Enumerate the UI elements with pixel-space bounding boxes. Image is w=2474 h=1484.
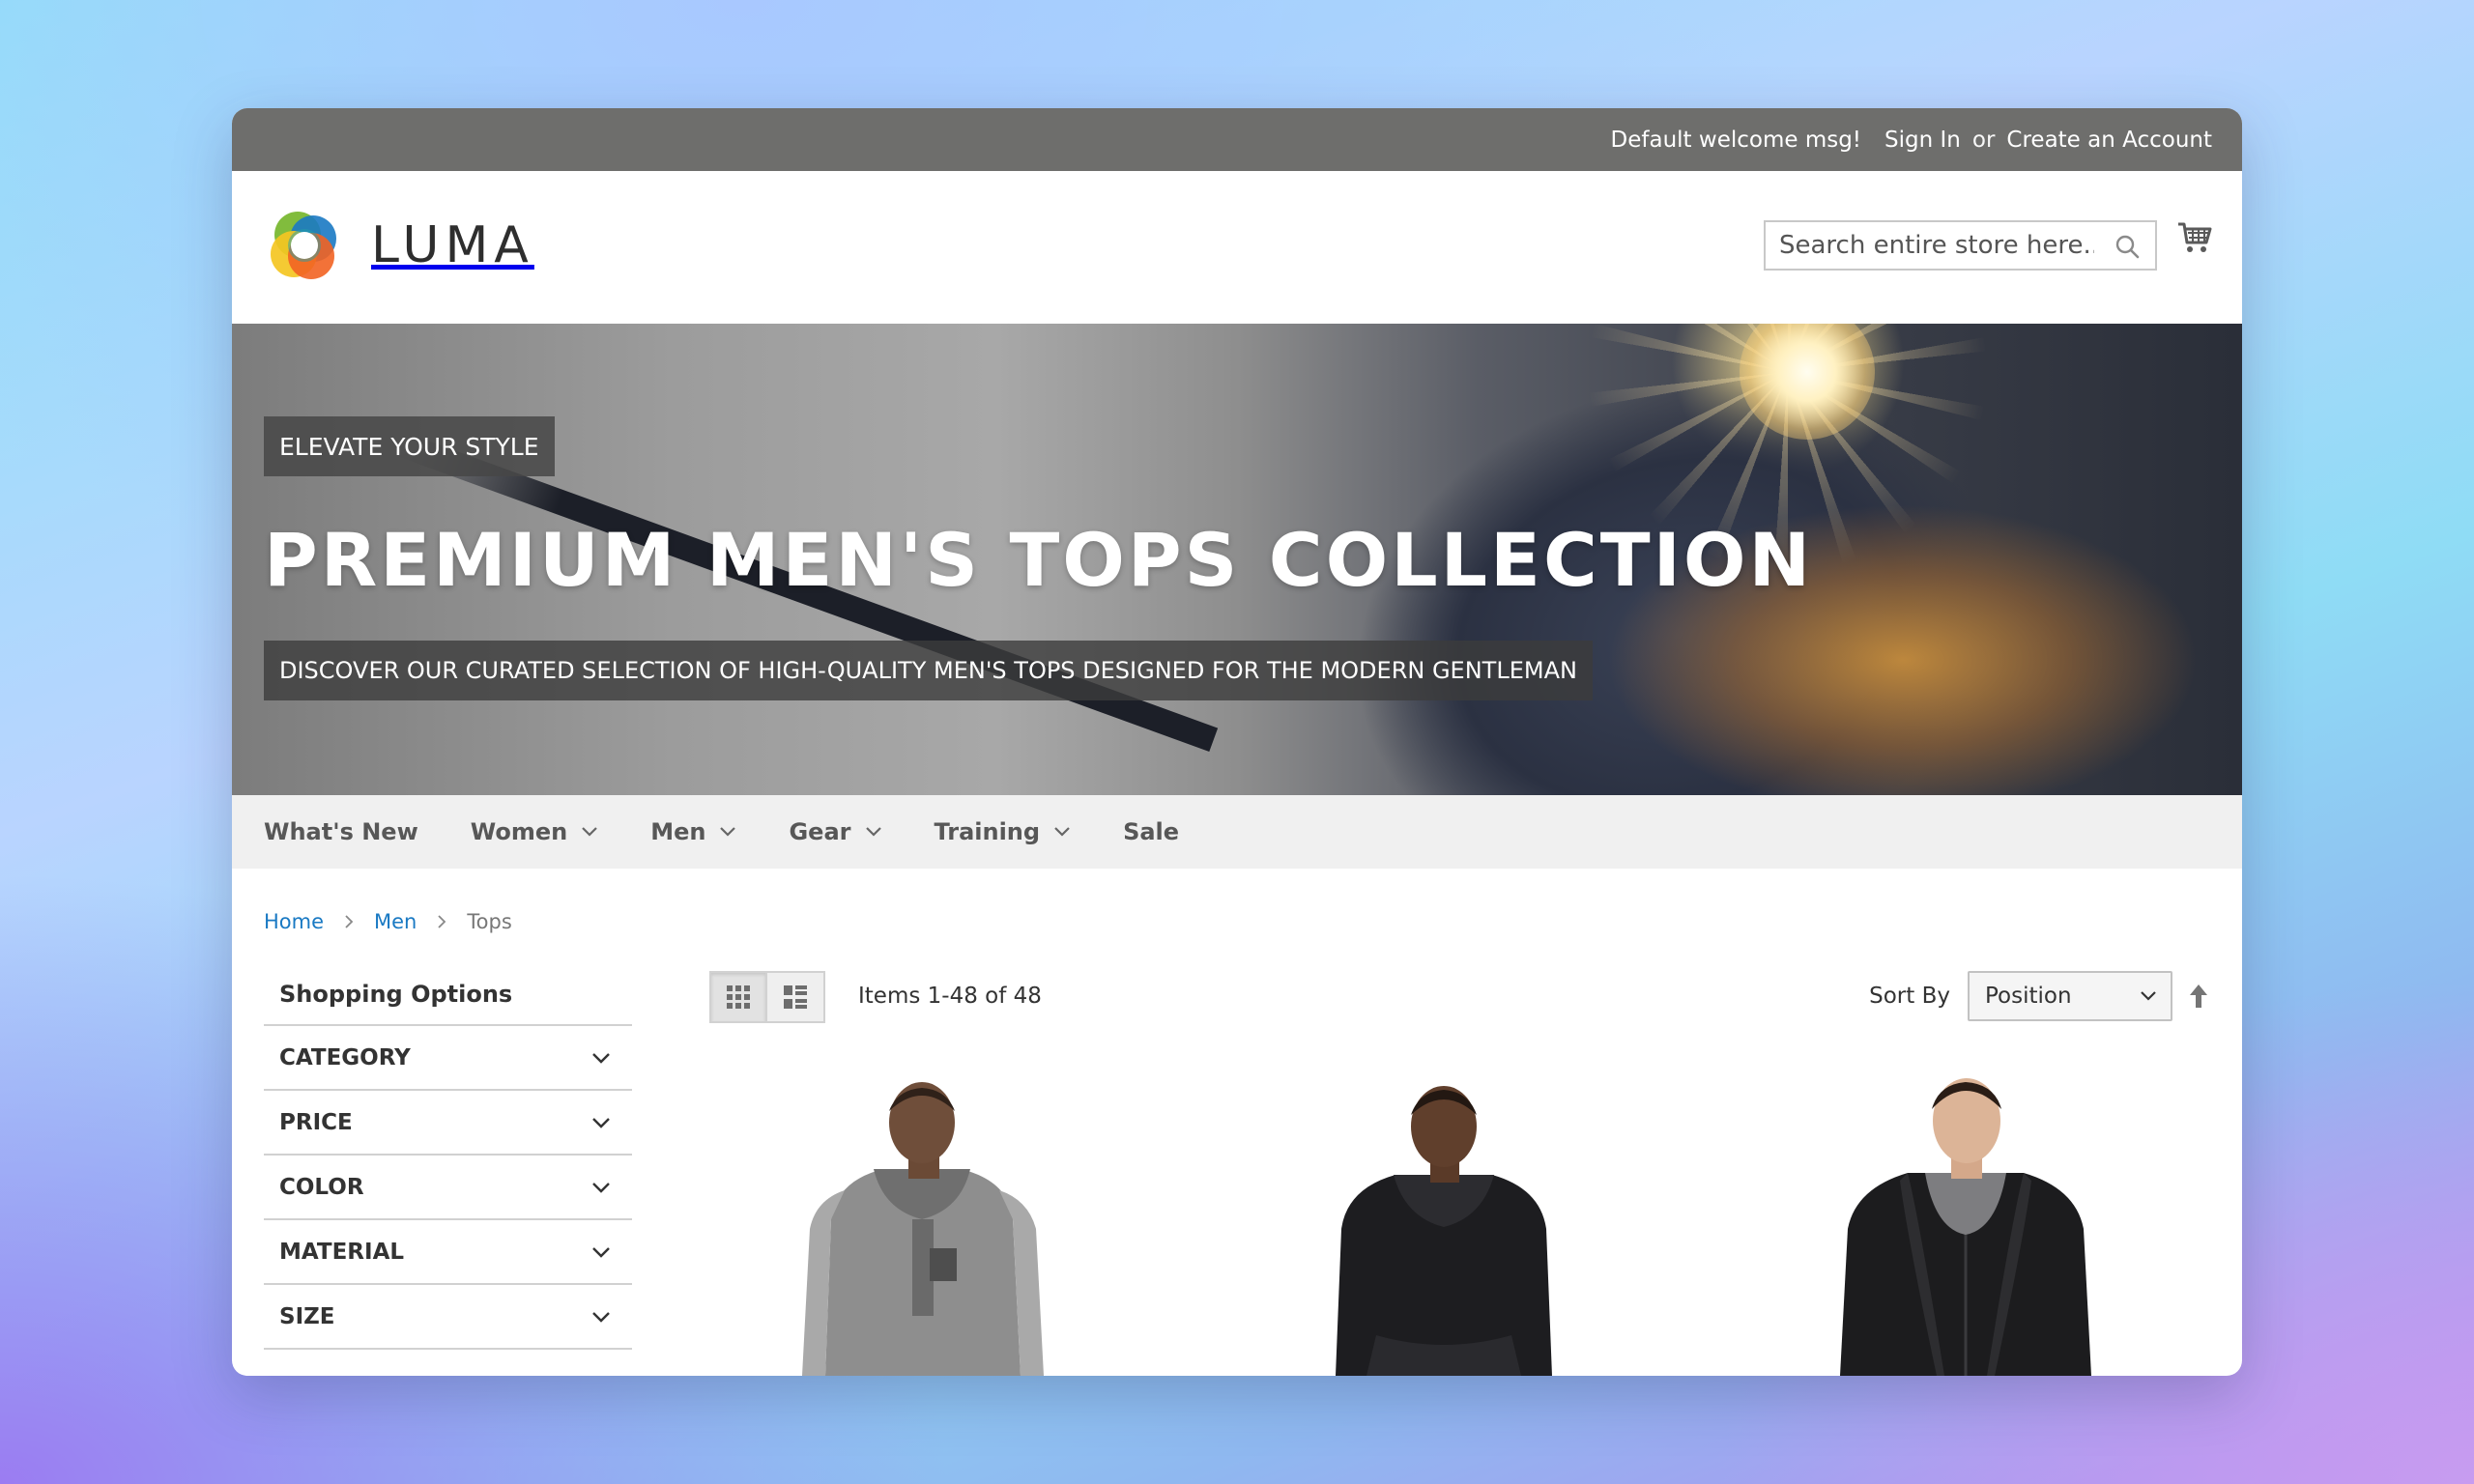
sort-by-value: Position (1985, 984, 2072, 1009)
sidebar-title: Shopping Options (264, 964, 632, 1026)
chevron-right-icon (345, 915, 354, 928)
luma-logo[interactable]: LUMA (265, 206, 534, 285)
product-item[interactable] (1289, 1065, 1598, 1376)
cart-icon[interactable] (2177, 221, 2212, 254)
browser-window: Default welcome msg! Sign In or Create a… (232, 108, 2242, 1376)
sorter: Sort By Position (1869, 971, 2209, 1021)
nav-item-label: Gear (789, 818, 851, 845)
sort-by-select[interactable]: Position (1968, 971, 2172, 1021)
chevron-down-icon (592, 1311, 610, 1323)
top-header-bar: Default welcome msg! Sign In or Create a… (232, 108, 2242, 171)
breadcrumb-current: Tops (467, 910, 512, 933)
hero-subtitle: DISCOVER OUR CURATED SELECTION OF HIGH-Q… (264, 641, 1593, 700)
create-account-link[interactable]: Create an Account (2006, 128, 2212, 153)
search-box (1764, 220, 2157, 271)
product-item[interactable] (1811, 1065, 2120, 1376)
breadcrumb-men[interactable]: Men (374, 910, 417, 933)
nav-item-gear[interactable]: Gear (789, 818, 881, 845)
chevron-down-icon (865, 827, 881, 837)
shopping-options-sidebar: Shopping Options CATEGORY PRICE COLOR MA… (264, 964, 632, 1350)
nav-item-training[interactable]: Training (935, 818, 1072, 845)
grid-view-icon (727, 985, 750, 1009)
filter-label: MATERIAL (279, 1239, 405, 1265)
main-navigation: What's New Women Men Gear Training Sale (232, 795, 2242, 869)
welcome-message: Default welcome msg! (1610, 127, 1862, 153)
filter-label: COLOR (279, 1174, 364, 1200)
chevron-down-icon (592, 1246, 610, 1258)
or-separator: or (1971, 127, 1996, 153)
nav-item-whats-new[interactable]: What's New (264, 818, 418, 845)
nav-item-sale[interactable]: Sale (1123, 818, 1179, 845)
hero-title: PREMIUM MEN'S TOPS COLLECTION (264, 517, 1814, 603)
hero-banner[interactable]: ELEVATE YOUR STYLE PREMIUM MEN'S TOPS CO… (232, 324, 2242, 795)
chevron-down-icon (592, 1117, 610, 1128)
chevron-down-icon (592, 1052, 610, 1064)
breadcrumb: Home Men Tops (264, 910, 512, 933)
filter-label: PRICE (279, 1109, 353, 1135)
filter-price[interactable]: PRICE (264, 1091, 632, 1156)
search-input[interactable] (1766, 223, 2094, 268)
product-image-black-hoodie[interactable] (1289, 1065, 1598, 1376)
items-count: Items 1-48 of 48 (858, 984, 1042, 1009)
logo-text: LUMA (371, 216, 534, 274)
filter-color[interactable]: COLOR (264, 1156, 632, 1220)
hero-tag: ELEVATE YOUR STYLE (264, 416, 555, 476)
product-image-gray-hoodie[interactable] (767, 1065, 1077, 1376)
filter-category[interactable]: CATEGORY (264, 1026, 632, 1091)
nav-item-men[interactable]: Men (650, 818, 736, 845)
nav-item-label: Women (470, 818, 568, 845)
breadcrumb-home[interactable]: Home (264, 910, 324, 933)
list-view-icon (784, 985, 807, 1009)
chevron-down-icon (720, 827, 736, 837)
arrow-up-icon[interactable] (2188, 983, 2209, 1010)
nav-item-label: Training (934, 818, 1041, 845)
chevron-down-icon (2141, 991, 2156, 1001)
filter-label: CATEGORY (279, 1044, 411, 1070)
sign-in-link[interactable]: Sign In (1884, 128, 1961, 153)
chevron-down-icon (592, 1182, 610, 1193)
product-item[interactable] (767, 1065, 1077, 1376)
sort-by-label: Sort By (1869, 984, 1950, 1009)
filter-label: SIZE (279, 1303, 335, 1329)
search-icon[interactable] (2114, 234, 2140, 259)
chevron-down-icon (582, 827, 598, 837)
nav-item-label: Men (650, 818, 706, 845)
chevron-down-icon (1054, 827, 1070, 837)
nav-item-label: Sale (1123, 818, 1180, 845)
list-view-button[interactable] (767, 971, 825, 1023)
product-image-zip-hoodie[interactable] (1811, 1065, 2120, 1376)
grid-view-button[interactable] (709, 971, 767, 1023)
luma-logo-icon (271, 212, 336, 279)
filter-material[interactable]: MATERIAL (264, 1220, 632, 1285)
products-toolbar: Items 1-48 of 48 Sort By Position (709, 971, 2209, 1023)
nav-item-women[interactable]: Women (471, 818, 598, 845)
nav-item-label: What's New (264, 818, 418, 845)
filter-size[interactable]: SIZE (264, 1285, 632, 1350)
chevron-right-icon (438, 915, 446, 928)
product-grid (709, 1065, 2209, 1376)
view-mode-switcher (709, 971, 825, 1023)
site-header: LUMA (232, 171, 2242, 324)
